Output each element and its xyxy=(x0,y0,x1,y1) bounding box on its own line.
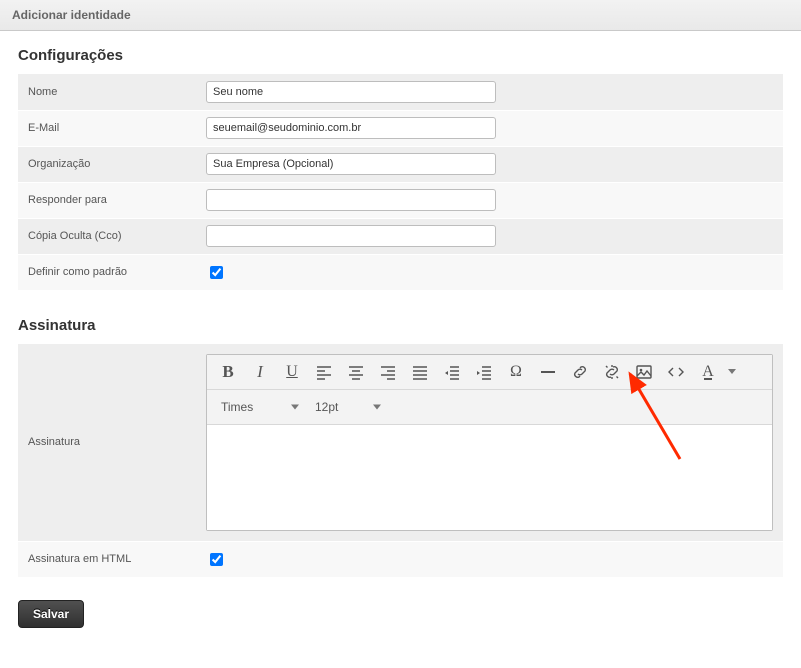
config-table: Nome E-Mail Organização Responder para C… xyxy=(18,74,783,291)
dialog-title: Adicionar identidade xyxy=(0,0,801,31)
editor-toolbar-2: Times 12pt xyxy=(207,390,772,425)
bold-icon: B xyxy=(222,362,233,382)
font-family-select[interactable]: Times xyxy=(213,394,305,420)
link-icon xyxy=(571,363,589,381)
image-icon xyxy=(635,363,653,381)
underline-icon: U xyxy=(286,363,298,381)
italic-icon: I xyxy=(257,362,263,382)
text-color-menu-button[interactable] xyxy=(725,359,739,385)
label-bcc: Cópia Oculta (Cco) xyxy=(18,218,206,254)
align-center-button[interactable] xyxy=(341,359,371,385)
outdent-icon xyxy=(443,363,461,381)
align-right-button[interactable] xyxy=(373,359,403,385)
align-justify-button[interactable] xyxy=(405,359,435,385)
organization-field[interactable] xyxy=(206,153,496,175)
label-name: Nome xyxy=(18,74,206,110)
bold-button[interactable]: B xyxy=(213,359,243,385)
text-color-button[interactable]: A xyxy=(693,359,723,385)
indent-icon xyxy=(475,363,493,381)
text-color-icon: A xyxy=(702,363,714,381)
special-char-button[interactable]: Ω xyxy=(501,359,531,385)
save-button[interactable]: Salvar xyxy=(18,600,84,628)
label-org: Organização xyxy=(18,146,206,182)
signature-table: Assinatura B I U xyxy=(18,344,783,578)
label-replyto: Responder para xyxy=(18,182,206,218)
align-left-icon xyxy=(315,363,333,381)
font-family-value: Times xyxy=(221,400,253,414)
italic-button[interactable]: I xyxy=(245,359,275,385)
outdent-button[interactable] xyxy=(437,359,467,385)
bcc-field[interactable] xyxy=(206,225,496,247)
hr-icon xyxy=(539,363,557,381)
font-size-value: 12pt xyxy=(315,400,338,414)
source-code-button[interactable] xyxy=(661,359,691,385)
align-right-icon xyxy=(379,363,397,381)
rich-text-editor: B I U xyxy=(206,354,773,531)
horizontal-rule-button[interactable] xyxy=(533,359,563,385)
label-signature: Assinatura xyxy=(18,344,206,542)
name-field[interactable] xyxy=(206,81,496,103)
unlink-button[interactable] xyxy=(597,359,627,385)
align-justify-icon xyxy=(411,363,429,381)
font-size-select[interactable]: 12pt xyxy=(307,394,387,420)
email-field[interactable] xyxy=(206,117,496,139)
insert-image-button[interactable] xyxy=(629,359,659,385)
code-icon xyxy=(667,363,685,381)
section-title-signature: Assinatura xyxy=(18,317,783,334)
unlink-icon xyxy=(603,363,621,381)
chevron-down-icon xyxy=(291,404,299,409)
section-title-config: Configurações xyxy=(18,47,783,64)
align-left-button[interactable] xyxy=(309,359,339,385)
signature-editor-body[interactable] xyxy=(207,425,772,530)
label-default: Definir como padrão xyxy=(18,254,206,290)
editor-toolbar-1: B I U xyxy=(207,355,772,390)
set-default-checkbox[interactable] xyxy=(210,266,223,279)
label-email: E-Mail xyxy=(18,110,206,146)
link-button[interactable] xyxy=(565,359,595,385)
signature-html-checkbox[interactable] xyxy=(210,553,223,566)
label-signature-html: Assinatura em HTML xyxy=(18,541,206,577)
omega-icon: Ω xyxy=(510,363,522,381)
indent-button[interactable] xyxy=(469,359,499,385)
replyto-field[interactable] xyxy=(206,189,496,211)
chevron-down-icon xyxy=(373,404,381,409)
align-center-icon xyxy=(347,363,365,381)
chevron-down-icon xyxy=(728,369,736,374)
underline-button[interactable]: U xyxy=(277,359,307,385)
